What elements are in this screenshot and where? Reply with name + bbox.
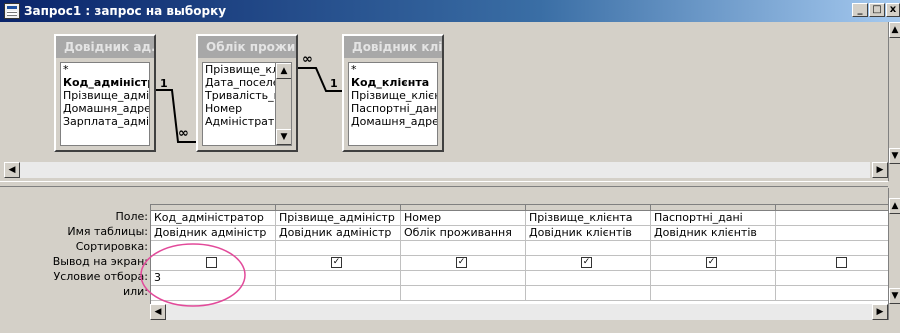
relationship-lines [156, 67, 342, 143]
table-pane-hscrollbar[interactable]: ◀ ▶ [4, 162, 888, 178]
show-checkbox-checked[interactable]: ✓ [456, 257, 467, 268]
relation-one-label: 1 [330, 77, 338, 90]
title-bar: Запрос1 : запрос на выборку _ □ x [0, 0, 900, 22]
design-grid: Код_адміністратор Довідник адміністр 3 П… [150, 204, 888, 316]
show-cell[interactable]: ✓ [651, 256, 776, 271]
scroll-up-icon[interactable]: ▲ [889, 22, 900, 38]
show-cell[interactable]: ✓ [526, 256, 651, 271]
table-pane: Довідник ад... * Код_адміністрат Прізвищ… [0, 22, 888, 181]
table-cell[interactable]: Довідник клієнтів [651, 226, 776, 241]
field-cell[interactable]: Прізвище_клієнта [526, 211, 651, 226]
highlight-ellipse [140, 243, 246, 307]
scroll-up-icon[interactable]: ▲ [889, 198, 900, 214]
pane-splitter[interactable] [0, 181, 888, 187]
minimize-button[interactable]: _ [852, 3, 868, 17]
field-cell[interactable]: Прізвище_адміністр [276, 211, 401, 226]
sort-cell[interactable] [401, 241, 526, 256]
table-cell[interactable]: Облік проживання [401, 226, 526, 241]
field-cell[interactable] [776, 211, 888, 226]
show-checkbox-unchecked[interactable] [836, 257, 847, 268]
or-cell[interactable] [651, 286, 776, 301]
table-cell[interactable]: Довідник адміністр [151, 226, 276, 241]
criteria-cell[interactable] [651, 271, 776, 286]
row-label-sort: Сортировка: [75, 240, 148, 253]
grid-hscrollbar[interactable]: ◀ ▶ [150, 304, 888, 320]
scroll-left-icon[interactable]: ◀ [4, 162, 20, 178]
relation-many-label: ∞ [302, 52, 313, 67]
table-cell[interactable]: Довідник адміністр [276, 226, 401, 241]
field-cell[interactable]: Код_адміністратор [151, 211, 276, 226]
criteria-cell[interactable] [276, 271, 401, 286]
close-button[interactable]: x [886, 3, 900, 17]
grid-vscrollbar[interactable]: ▲ ▼ [888, 188, 900, 320]
show-checkbox-checked[interactable]: ✓ [581, 257, 592, 268]
sort-cell[interactable] [276, 241, 401, 256]
field-cell[interactable]: Паспортні_дані [651, 211, 776, 226]
table-cell[interactable] [776, 226, 888, 241]
show-checkbox-checked[interactable]: ✓ [331, 257, 342, 268]
scroll-down-icon[interactable]: ▼ [889, 288, 900, 304]
criteria-cell[interactable] [526, 271, 651, 286]
table-cell[interactable]: Довідник клієнтів [526, 226, 651, 241]
row-label-show: Вывод на экран: [52, 255, 148, 268]
row-label-criteria: Условие отбора: [53, 270, 149, 283]
show-cell[interactable]: ✓ [276, 256, 401, 271]
scroll-down-icon[interactable]: ▼ [889, 148, 900, 164]
show-cell[interactable]: ✓ [401, 256, 526, 271]
row-label-or: или: [122, 285, 148, 298]
scroll-right-icon[interactable]: ▶ [872, 304, 888, 320]
or-cell[interactable] [401, 286, 526, 301]
criteria-cell[interactable] [401, 271, 526, 286]
relation-one-label: 1 [160, 77, 168, 90]
field-cell[interactable]: Номер [401, 211, 526, 226]
relation-many-label: ∞ [178, 126, 189, 141]
query-icon [4, 3, 20, 19]
sort-cell[interactable] [776, 241, 888, 256]
scroll-right-icon[interactable]: ▶ [872, 162, 888, 178]
show-checkbox-checked[interactable]: ✓ [706, 257, 717, 268]
or-cell[interactable] [776, 286, 888, 301]
criteria-cell[interactable] [776, 271, 888, 286]
sort-cell[interactable] [651, 241, 776, 256]
design-grid-pane: Поле: Имя таблицы: Сортировка: Вывод на … [0, 188, 888, 333]
sort-cell[interactable] [526, 241, 651, 256]
maximize-button[interactable]: □ [869, 3, 885, 17]
table-pane-vscrollbar[interactable]: ▲ ▼ [888, 22, 900, 181]
window-title: Запрос1 : запрос на выборку [24, 4, 227, 18]
or-cell[interactable] [276, 286, 401, 301]
or-cell[interactable] [526, 286, 651, 301]
show-cell[interactable] [776, 256, 888, 271]
relation-line-admin[interactable] [156, 89, 196, 143]
row-label-table: Имя таблицы: [67, 225, 148, 238]
row-label-field: Поле: [115, 210, 148, 223]
